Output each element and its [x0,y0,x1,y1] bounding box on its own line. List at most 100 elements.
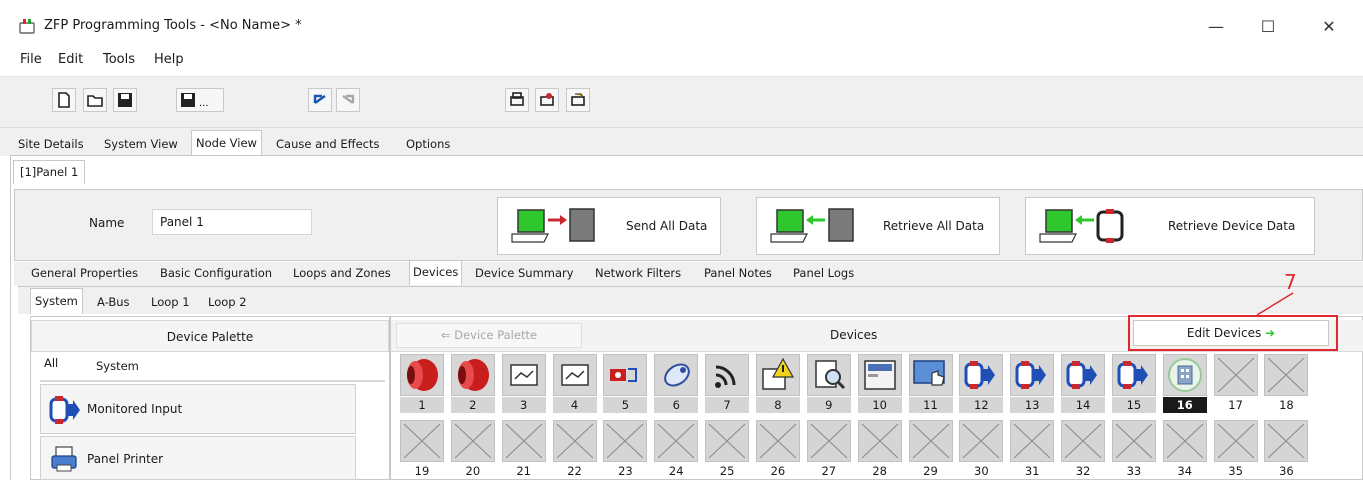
undo-icon[interactable] [308,88,332,112]
close-button[interactable]: ✕ [1306,12,1352,42]
tab-cause-and-effects[interactable]: Cause and Effects [272,133,383,155]
device-slot[interactable] [857,354,902,396]
menu-help[interactable]: Help [154,52,184,67]
new-file-icon[interactable] [52,88,76,112]
red-sounder-icon [401,355,443,395]
device-slot[interactable] [501,354,546,396]
empty-slot-icon [452,421,494,461]
device-address-label: 9 [806,397,851,413]
device-address-label: 18 [1279,398,1294,412]
tab-network-filters[interactable]: Network Filters [592,263,684,283]
device-slot[interactable] [1111,354,1156,396]
device-slot[interactable] [654,354,699,396]
palette-divider [40,380,385,382]
device-slot[interactable] [908,354,953,396]
print-setup-icon[interactable] [566,88,590,112]
palette-item-panel-printer[interactable]: Panel Printer [40,436,356,480]
device-slot[interactable] [857,420,902,462]
print-preview-icon[interactable] [535,88,559,112]
tab-loops-and-zones[interactable]: Loops and Zones [290,263,394,283]
empty-slot-icon [503,421,545,461]
tab-basic-configuration[interactable]: Basic Configuration [157,263,275,283]
device-slot[interactable] [1111,420,1156,462]
device-slot[interactable] [806,420,851,462]
panel-display-icon [859,355,901,395]
tab-panel-1[interactable]: [1]Panel 1 [13,160,86,184]
palette-tab-all[interactable]: All [44,356,58,370]
device-slot[interactable] [1010,420,1055,462]
device-slot[interactable] [806,354,851,396]
minimize-button[interactable]: — [1193,12,1239,42]
tab-loop-2[interactable]: Loop 2 [206,292,249,312]
empty-slot-icon [1011,421,1053,461]
tab-panel-logs[interactable]: Panel Logs [790,263,857,283]
device-slot[interactable] [1264,420,1309,462]
device-slot[interactable] [450,354,495,396]
device-address-label: 32 [1075,464,1091,478]
device-address-label: 4 [552,397,597,413]
window-title: ZFP Programming Tools - <No Name> * [44,18,302,33]
send-all-data-label: Send All Data [626,219,708,233]
redo-icon[interactable] [336,88,360,112]
device-slot[interactable] [552,354,597,396]
tab-devices[interactable]: Devices [409,260,463,285]
red-sounder-icon [452,355,494,395]
device-slot[interactable] [603,354,648,396]
tab-general-properties[interactable]: General Properties [28,263,141,283]
save-icon[interactable] [113,88,137,112]
device-address-label: 36 [1279,464,1294,478]
device-slot[interactable] [654,420,699,462]
device-slot[interactable] [1213,354,1258,396]
show-device-palette-button[interactable]: ⇐ Device Palette [396,323,582,348]
device-slot[interactable] [755,354,800,396]
device-palette-button-label: Device Palette [454,328,538,342]
device-slot[interactable] [755,420,800,462]
tab-loop-1[interactable]: Loop 1 [149,292,192,312]
tab-options[interactable]: Options [402,133,454,155]
print-icon[interactable] [505,88,529,112]
arrow-left-icon: ⇐ [440,328,455,342]
palette-item-monitored-input[interactable]: Monitored Input [40,384,356,434]
palette-tab-system[interactable]: System [96,359,139,373]
device-slot[interactable] [400,354,444,396]
maximize-button[interactable]: ☐ [1245,12,1291,42]
menu-tools[interactable]: Tools [103,52,135,67]
tab-system[interactable]: System [30,288,83,314]
open-folder-icon[interactable] [83,88,107,112]
menu-file[interactable]: File [20,52,42,67]
device-slot[interactable] [552,420,597,462]
send-all-data-button[interactable]: Send All Data [497,197,721,255]
empty-slot-icon [757,421,799,461]
monitored-input-icon [1011,355,1053,395]
device-slot[interactable] [1162,354,1207,396]
tab-site-details[interactable]: Site Details [14,133,88,155]
device-slot[interactable] [501,420,546,462]
device-slot[interactable] [1162,420,1207,462]
device-slot[interactable] [1213,420,1258,462]
tab-panel-notes[interactable]: Panel Notes [701,263,775,283]
retrieve-device-data-button[interactable]: Retrieve Device Data [1025,197,1315,255]
device-slot[interactable] [1010,354,1055,396]
tab-node-view[interactable]: Node View [191,130,262,156]
device-slot[interactable] [959,354,1004,396]
device-slot[interactable] [908,420,953,462]
device-slot[interactable] [450,420,495,462]
tab-a-bus[interactable]: A-Bus [95,292,132,312]
empty-slot-icon [1164,421,1206,461]
device-slot[interactable] [1264,354,1309,396]
tab-device-summary[interactable]: Device Summary [472,263,577,283]
retrieve-all-data-button[interactable]: Retrieve All Data [756,197,1000,255]
panel-name-input[interactable]: Panel 1 [152,209,312,235]
menu-edit[interactable]: Edit [58,52,83,67]
device-slot[interactable] [705,420,750,462]
device-slot[interactable] [400,420,444,462]
device-address-label: 35 [1228,464,1243,478]
device-slot[interactable] [603,420,648,462]
device-address-label: 21 [516,464,531,478]
save-as-icon[interactable]: ... [176,88,224,112]
device-slot[interactable] [959,420,1004,462]
device-slot[interactable] [1061,420,1106,462]
device-slot[interactable] [1061,354,1106,396]
device-slot[interactable] [705,354,750,396]
tab-system-view[interactable]: System View [100,133,182,155]
